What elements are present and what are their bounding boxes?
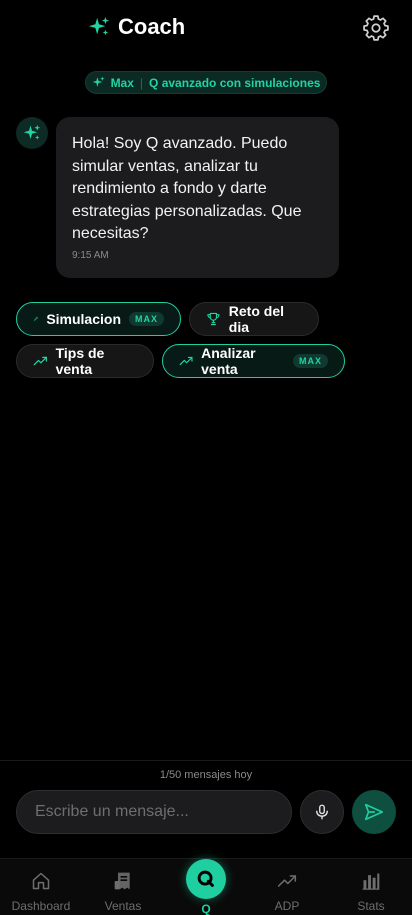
chip-label: Simulacion <box>46 311 121 327</box>
plan-pill: Max | Q avanzado con simulaciones <box>85 71 327 94</box>
chip-label: Analizar venta <box>201 345 256 377</box>
plan-description: Q avanzado con simulaciones <box>149 75 321 90</box>
message-input[interactable] <box>16 790 292 834</box>
chip-analizar-venta[interactable]: Analizar venta MAX <box>162 344 345 378</box>
plan-name: Max <box>110 75 134 90</box>
chip-simulacion[interactable]: Simulacion MAX <box>16 302 181 336</box>
message-counter: 1/50 mensajes hoy <box>159 769 253 781</box>
q-logo-icon <box>197 870 214 887</box>
chip-label: Reto del dia <box>228 303 284 335</box>
rocket-icon <box>33 316 38 321</box>
max-badge: MAX <box>293 354 328 368</box>
send-icon <box>364 803 384 821</box>
tab-adp[interactable]: ADP <box>246 859 328 915</box>
brand: Coach <box>88 14 185 40</box>
assistant-message: Hola! Soy Q avanzado. Puedo simular vent… <box>56 117 339 278</box>
message-time: 9:15 AM <box>72 250 109 261</box>
tab-label: Stats <box>357 899 385 913</box>
assistant-avatar <box>16 117 48 149</box>
pill-separator: | <box>139 75 144 90</box>
sparkles-icon <box>92 76 105 87</box>
tab-label: Ventas <box>104 899 142 913</box>
chip-reto-del-dia[interactable]: Reto del dia <box>189 302 319 336</box>
tab-dashboard[interactable]: Dashboard <box>0 859 82 915</box>
max-badge: MAX <box>129 312 164 326</box>
home-icon <box>32 872 50 890</box>
gear-icon[interactable] <box>362 14 390 42</box>
receipt-icon <box>114 872 130 890</box>
send-button[interactable] <box>352 790 396 834</box>
sparkles-icon <box>88 16 110 36</box>
trophy-icon <box>207 312 220 326</box>
tab-label: Q <box>201 902 211 915</box>
page-title: Coach <box>118 14 186 39</box>
chip-label: Tips de venta <box>55 345 105 377</box>
trend-icon <box>277 875 297 887</box>
tab-label: Dashboard <box>11 899 71 913</box>
chip-tips-de-venta[interactable]: Tips de venta <box>16 344 154 378</box>
tab-ventas[interactable]: Ventas <box>82 859 164 915</box>
sparkles-icon <box>23 124 41 140</box>
composer-divider <box>0 760 412 761</box>
bar-chart-icon <box>362 873 380 890</box>
message-text: Hola! Soy Q avanzado. Puedo simular vent… <box>72 135 302 242</box>
microphone-icon <box>316 804 328 820</box>
tab-label: ADP <box>274 899 300 913</box>
header: Coach <box>0 0 412 60</box>
tab-stats[interactable]: Stats <box>330 859 412 915</box>
tab-q[interactable] <box>186 859 226 899</box>
trend-icon <box>33 356 47 366</box>
mic-button[interactable] <box>300 790 344 834</box>
trend-icon <box>179 356 193 366</box>
